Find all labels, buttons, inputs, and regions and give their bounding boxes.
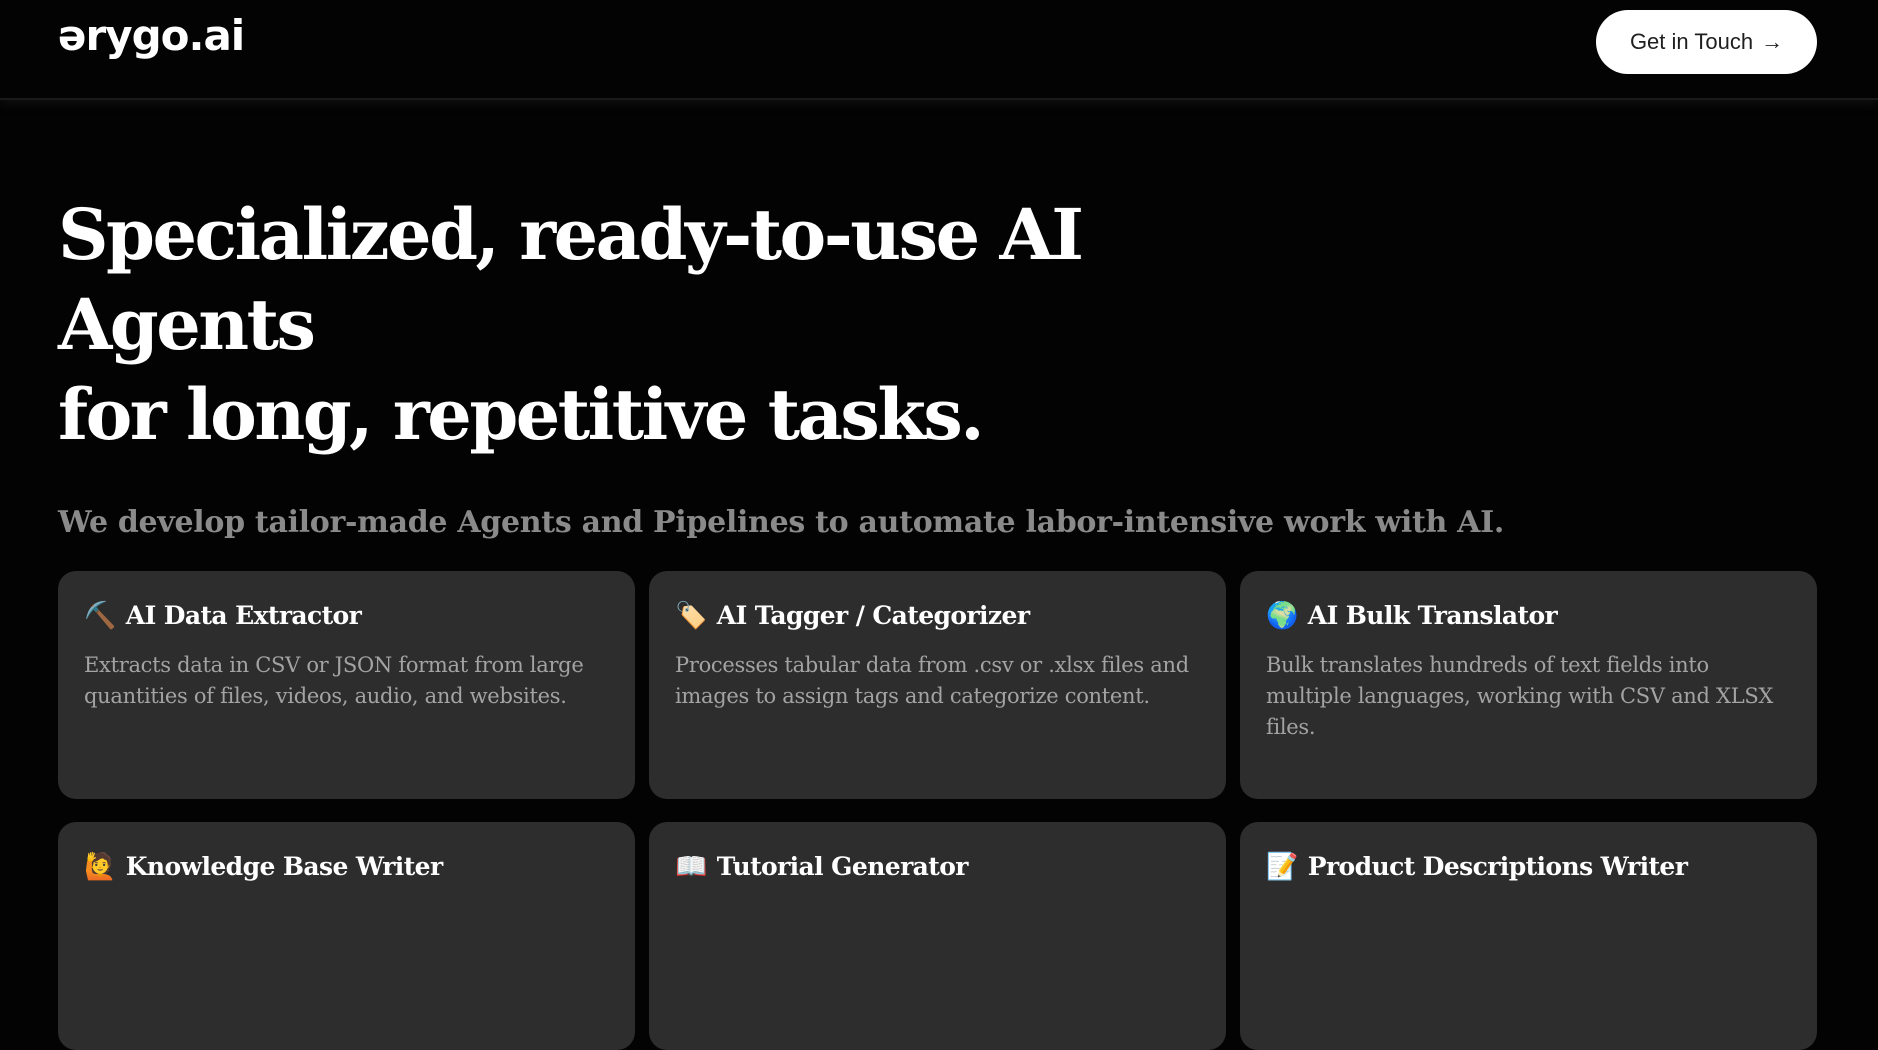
open-book-icon: 📖 bbox=[675, 851, 707, 882]
pickaxe-icon: ⛏️ bbox=[84, 600, 116, 631]
card-title-text: AI Data Extractor bbox=[125, 601, 362, 630]
agent-card-tagger[interactable]: 🏷️ AI Tagger / Categorizer Processes tab… bbox=[649, 571, 1226, 799]
agents-grid: ⛏️ AI Data Extractor Extracts data in CS… bbox=[58, 571, 1818, 1050]
hero-line-2: for long, repetitive tasks. bbox=[58, 373, 985, 456]
site-header: ərygo.ai Get in Touch → bbox=[0, 0, 1878, 100]
get-in-touch-button[interactable]: Get in Touch → bbox=[1596, 10, 1817, 74]
card-title-text: Knowledge Base Writer bbox=[125, 852, 443, 881]
tag-icon: 🏷️ bbox=[675, 600, 707, 631]
card-title: ⛏️ AI Data Extractor bbox=[84, 601, 609, 630]
hero-headline: Specialized, ready-to-use AI Agents for … bbox=[58, 190, 1338, 460]
person-raising-hand-icon: 🙋 bbox=[84, 851, 116, 882]
globe-icon: 🌍 bbox=[1266, 600, 1298, 631]
agent-card-product-descriptions-writer[interactable]: 📝 Product Descriptions Writer bbox=[1240, 822, 1817, 1050]
card-title-text: Product Descriptions Writer bbox=[1307, 852, 1688, 881]
tagline: We develop tailor-made Agents and Pipeli… bbox=[58, 505, 1505, 540]
agent-card-bulk-translator[interactable]: 🌍 AI Bulk Translator Bulk translates hun… bbox=[1240, 571, 1817, 799]
card-title-text: AI Bulk Translator bbox=[1307, 601, 1558, 630]
card-description: Bulk translates hundreds of text fields … bbox=[1266, 653, 1774, 739]
card-title: 📖 Tutorial Generator bbox=[675, 852, 1200, 881]
card-title-text: Tutorial Generator bbox=[716, 852, 969, 881]
agent-card-data-extractor[interactable]: ⛏️ AI Data Extractor Extracts data in CS… bbox=[58, 571, 635, 799]
card-description: Processes tabular data from .csv or .xls… bbox=[675, 653, 1189, 708]
agent-card-knowledge-base-writer[interactable]: 🙋 Knowledge Base Writer bbox=[58, 822, 635, 1050]
hero-line-1: Specialized, ready-to-use AI Agents bbox=[58, 193, 1084, 366]
card-title: 🌍 AI Bulk Translator bbox=[1266, 601, 1791, 630]
agent-card-tutorial-generator[interactable]: 📖 Tutorial Generator bbox=[649, 822, 1226, 1050]
card-description: Extracts data in CSV or JSON format from… bbox=[84, 653, 584, 708]
get-in-touch-label: Get in Touch bbox=[1629, 29, 1754, 54]
card-title: 🏷️ AI Tagger / Categorizer bbox=[675, 601, 1200, 630]
card-title: 📝 Product Descriptions Writer bbox=[1266, 852, 1791, 881]
logo[interactable]: ərygo.ai bbox=[58, 10, 245, 62]
card-title-text: AI Tagger / Categorizer bbox=[716, 601, 1030, 630]
memo-icon: 📝 bbox=[1266, 851, 1298, 882]
arrow-right-icon: → bbox=[1761, 29, 1784, 54]
card-title: 🙋 Knowledge Base Writer bbox=[84, 852, 609, 881]
